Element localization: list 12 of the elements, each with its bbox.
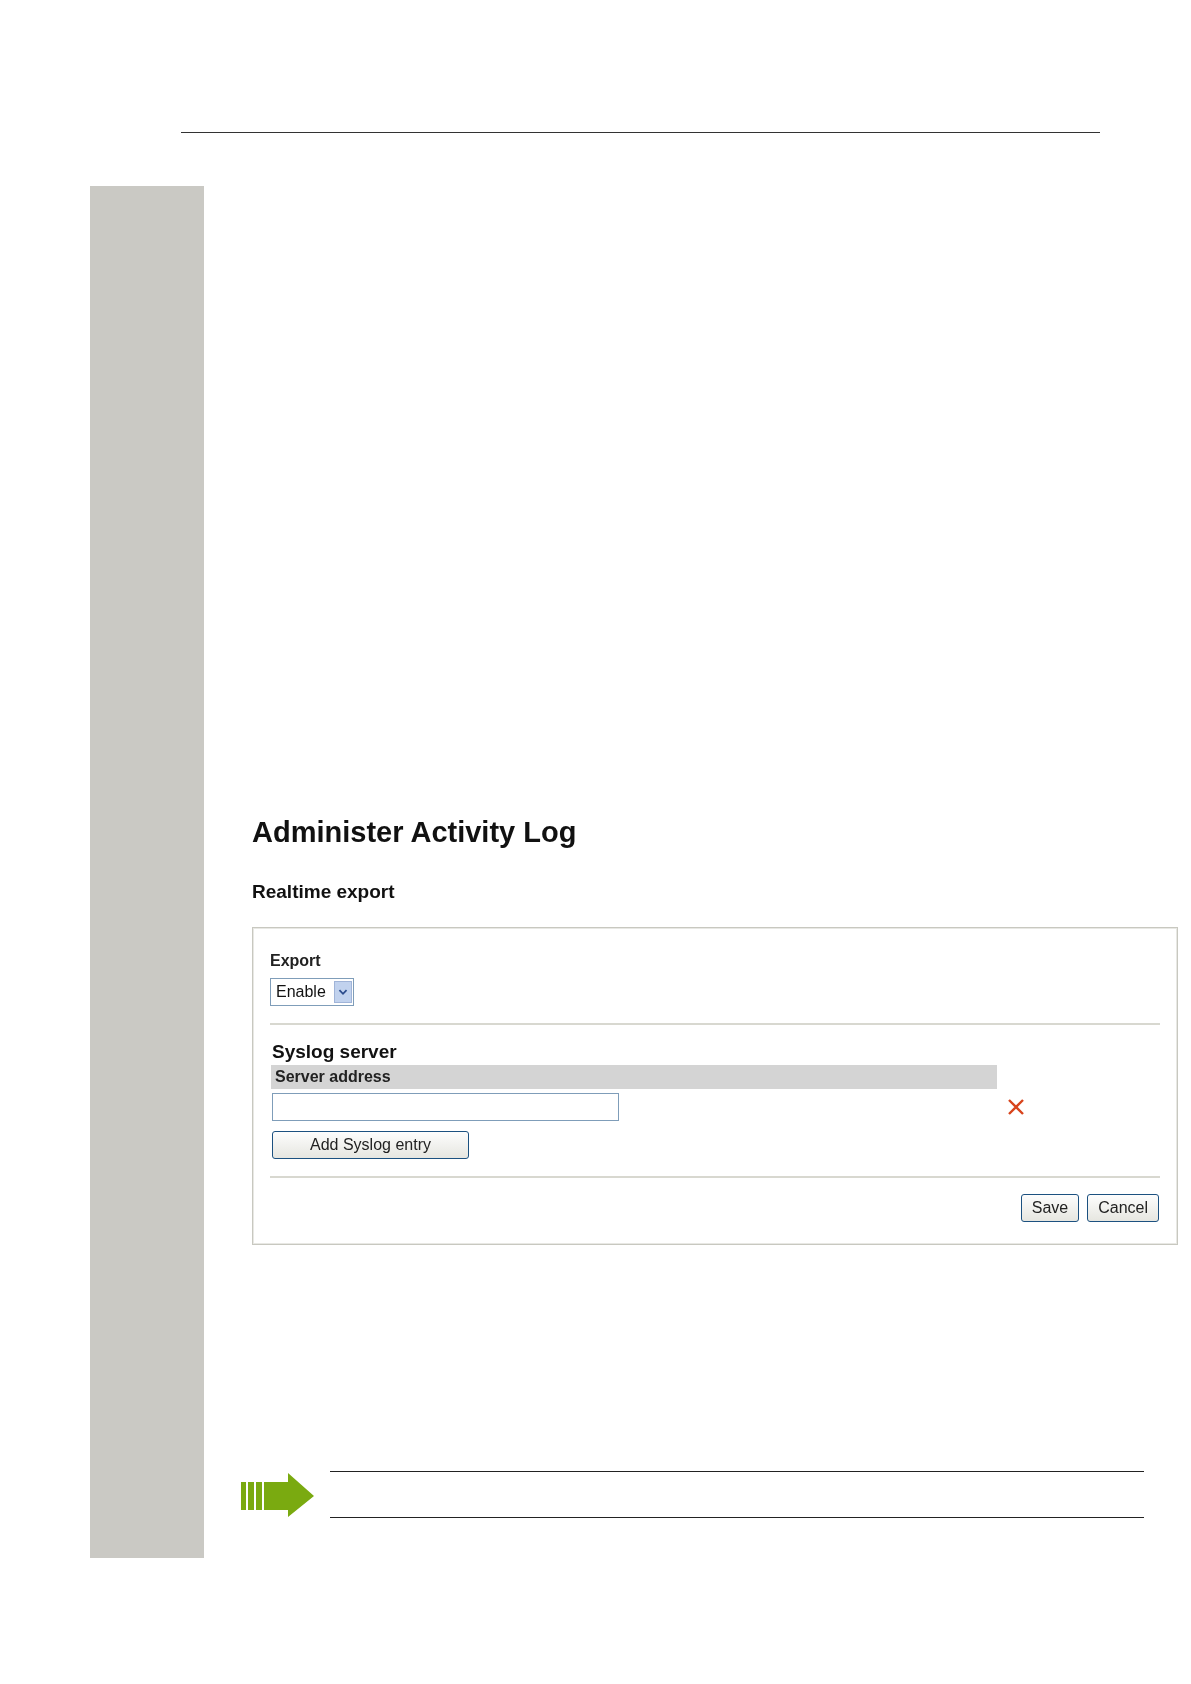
column-header: Server address: [271, 1065, 997, 1089]
server-address-field[interactable]: [272, 1093, 619, 1121]
section-title: Realtime export: [252, 881, 395, 903]
delete-icon[interactable]: [1007, 1098, 1025, 1116]
cancel-button[interactable]: Cancel: [1087, 1194, 1159, 1222]
export-label: Export: [270, 952, 322, 970]
arrow-icon: [240, 1471, 316, 1518]
save-button[interactable]: Save: [1020, 1194, 1080, 1222]
export-dropdown[interactable]: Enable: [270, 978, 354, 1006]
page-title: Administer Activity Log: [252, 816, 577, 849]
add-syslog-entry-button[interactable]: Add Syslog entry: [272, 1131, 469, 1159]
section-heading: Syslog server: [272, 1041, 398, 1063]
